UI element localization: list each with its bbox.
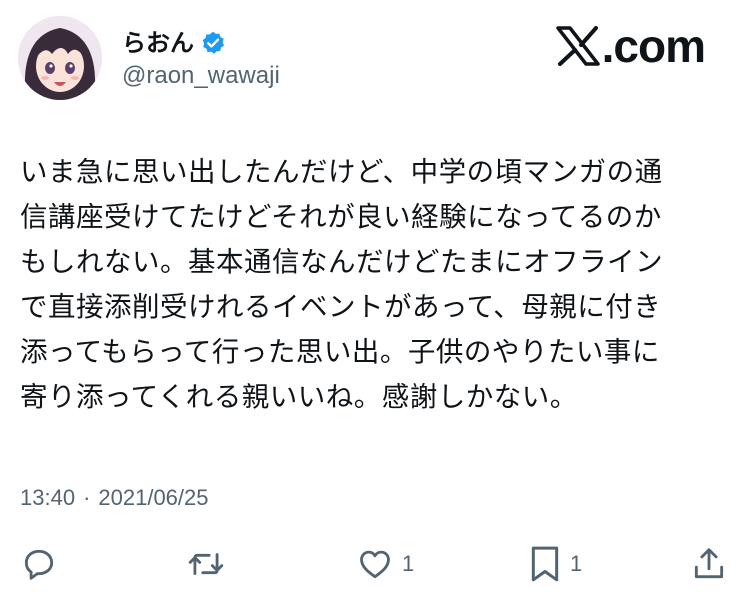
tweet-line: いま急に思い出したんだけど、中学の頃マンガの通 [20, 156, 663, 188]
tweet-actions: 1 1 [0, 538, 749, 590]
bookmark-button[interactable]: 1 [528, 544, 582, 584]
meta-separator: · [83, 485, 91, 510]
x-com-brand: .com [555, 18, 706, 74]
retweet-button[interactable] [186, 544, 226, 584]
tweet-line: 添ってもらって行った思い出。子供のやりたい事に [20, 336, 660, 368]
user-handle[interactable]: @raon_wawaji [122, 62, 280, 90]
retweet-icon [188, 553, 224, 575]
display-name[interactable]: らおん [122, 31, 194, 55]
reply-button[interactable] [20, 544, 58, 584]
like-count: 1 [402, 551, 415, 576]
reply-icon [24, 549, 54, 580]
tweet-time: 13:40 [20, 485, 76, 510]
bookmark-count: 1 [570, 551, 583, 576]
share-icon [694, 548, 724, 579]
tweet-line: 信講座受けてたけどそれが良い経験になってるのか [20, 201, 662, 233]
tweet-timestamp[interactable]: 13:40 · 2021/06/25 [20, 485, 209, 511]
tweet-text: いま急に思い出したんだけど、中学の頃マンガの通 信講座受けてたけどそれが良い経験… [20, 150, 720, 420]
brand-domain-text: .com [601, 20, 706, 72]
share-button[interactable] [690, 544, 728, 584]
like-button[interactable]: 1 [356, 544, 414, 584]
tweet-date: 2021/06/25 [98, 485, 209, 510]
verified-badge-icon [200, 30, 226, 56]
avatar[interactable] [18, 16, 102, 100]
tweet-line: もしれない。基本通信なんだけどたまにオフライン [20, 246, 664, 278]
tweet-line: で直接添削受けれるイベントがあって、母親に付き [20, 291, 662, 323]
x-logo-icon [555, 26, 600, 66]
avatar-illustration [18, 16, 102, 100]
bookmark-icon [531, 546, 559, 582]
user-name-row: らおん [122, 26, 226, 60]
tweet-line: 寄り添ってくれる親いいね。感謝しかない。 [20, 381, 578, 413]
heart-icon [360, 550, 390, 579]
